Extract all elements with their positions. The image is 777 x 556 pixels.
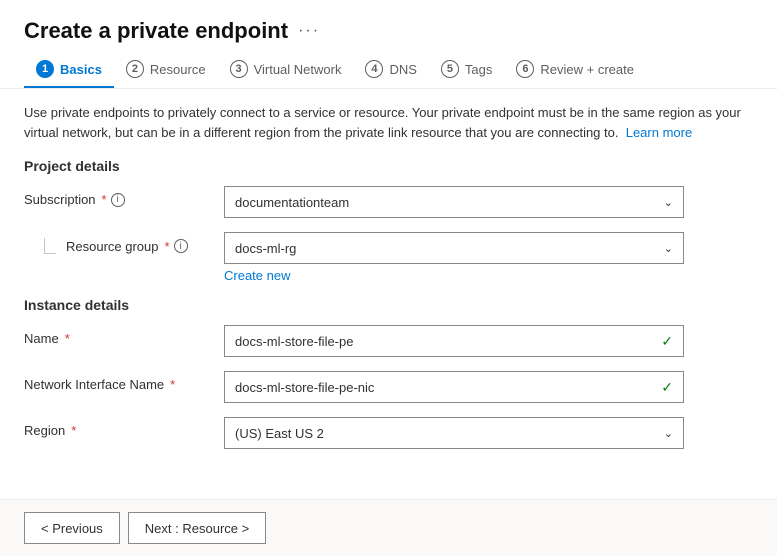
- network-interface-input[interactable]: docs-ml-store-file-pe-nic ✓: [224, 371, 684, 403]
- resource-group-required: *: [165, 239, 170, 254]
- tab-resource-number: 2: [126, 60, 144, 78]
- resource-group-label-col: Resource group * i: [24, 232, 224, 254]
- subscription-label: Subscription: [24, 192, 96, 207]
- subscription-row: Subscription * i documentationteam ⌄: [24, 186, 753, 218]
- region-row: Region * (US) East US 2 ⌄: [24, 417, 753, 449]
- network-interface-value: docs-ml-store-file-pe-nic: [235, 380, 374, 395]
- name-label-col: Name *: [24, 325, 224, 346]
- instance-details-header: Instance details: [24, 297, 753, 313]
- tab-review-create[interactable]: 6 Review + create: [504, 52, 646, 88]
- tab-tags-label: Tags: [465, 62, 492, 77]
- network-interface-row: Network Interface Name * docs-ml-store-f…: [24, 371, 753, 403]
- region-chevron-icon: ⌄: [664, 427, 673, 440]
- tab-dns-number: 4: [365, 60, 383, 78]
- subscription-label-col: Subscription * i: [24, 186, 224, 207]
- name-required: *: [65, 331, 70, 346]
- region-value: (US) East US 2: [235, 426, 324, 441]
- project-details-section: Project details Subscription * i documen…: [24, 158, 753, 283]
- subscription-chevron-icon: ⌄: [664, 196, 673, 209]
- network-interface-check-icon: ✓: [661, 379, 673, 396]
- tab-basics-number: 1: [36, 60, 54, 78]
- region-control: (US) East US 2 ⌄: [224, 417, 684, 449]
- subscription-value: documentationteam: [235, 195, 349, 210]
- main-content: Use private endpoints to privately conne…: [0, 89, 777, 499]
- tab-dns[interactable]: 4 DNS: [353, 52, 428, 88]
- tab-review-create-number: 6: [516, 60, 534, 78]
- footer: < Previous Next : Resource >: [0, 499, 777, 556]
- tab-review-create-label: Review + create: [540, 62, 634, 77]
- name-input[interactable]: docs-ml-store-file-pe ✓: [224, 325, 684, 357]
- resource-group-control: docs-ml-rg ⌄ Create new: [224, 232, 684, 283]
- resource-group-chevron-icon: ⌄: [664, 242, 673, 255]
- tab-resource[interactable]: 2 Resource: [114, 52, 218, 88]
- tab-virtual-network[interactable]: 3 Virtual Network: [218, 52, 354, 88]
- network-interface-label-col: Network Interface Name *: [24, 371, 224, 392]
- name-check-icon: ✓: [661, 333, 673, 350]
- subscription-required: *: [102, 192, 107, 207]
- previous-button[interactable]: < Previous: [24, 512, 120, 544]
- tab-virtual-network-label: Virtual Network: [254, 62, 342, 77]
- create-new-link[interactable]: Create new: [224, 268, 684, 283]
- resource-group-value: docs-ml-rg: [235, 241, 296, 256]
- next-button[interactable]: Next : Resource >: [128, 512, 266, 544]
- page-title: Create a private endpoint: [24, 18, 288, 44]
- resource-group-info-icon[interactable]: i: [174, 239, 188, 253]
- name-label: Name: [24, 331, 59, 346]
- subscription-dropdown[interactable]: documentationteam ⌄: [224, 186, 684, 218]
- tab-dns-label: DNS: [389, 62, 416, 77]
- network-interface-required: *: [170, 377, 175, 392]
- tab-bar: 1 Basics 2 Resource 3 Virtual Network 4 …: [0, 52, 777, 89]
- region-label-col: Region *: [24, 417, 224, 438]
- region-required: *: [71, 423, 76, 438]
- info-text: Use private endpoints to privately conne…: [24, 103, 753, 142]
- tab-virtual-network-number: 3: [230, 60, 248, 78]
- tab-basics[interactable]: 1 Basics: [24, 52, 114, 88]
- instance-details-section: Instance details Name * docs-ml-store-fi…: [24, 297, 753, 449]
- subscription-control: documentationteam ⌄: [224, 186, 684, 218]
- name-row: Name * docs-ml-store-file-pe ✓: [24, 325, 753, 357]
- resource-group-row: Resource group * i docs-ml-rg ⌄ Create n…: [24, 232, 753, 283]
- subscription-info-icon[interactable]: i: [111, 193, 125, 207]
- tab-tags-number: 5: [441, 60, 459, 78]
- project-details-header: Project details: [24, 158, 753, 174]
- region-dropdown[interactable]: (US) East US 2 ⌄: [224, 417, 684, 449]
- name-control: docs-ml-store-file-pe ✓: [224, 325, 684, 357]
- tab-resource-label: Resource: [150, 62, 206, 77]
- network-interface-label: Network Interface Name: [24, 377, 164, 392]
- tab-tags[interactable]: 5 Tags: [429, 52, 504, 88]
- region-label: Region: [24, 423, 65, 438]
- header-ellipsis: ···: [298, 22, 320, 40]
- network-interface-control: docs-ml-store-file-pe-nic ✓: [224, 371, 684, 403]
- learn-more-link[interactable]: Learn more: [626, 125, 692, 140]
- resource-group-dropdown[interactable]: docs-ml-rg ⌄: [224, 232, 684, 264]
- name-value: docs-ml-store-file-pe: [235, 334, 353, 349]
- tab-basics-label: Basics: [60, 62, 102, 77]
- resource-group-label: Resource group: [66, 239, 159, 254]
